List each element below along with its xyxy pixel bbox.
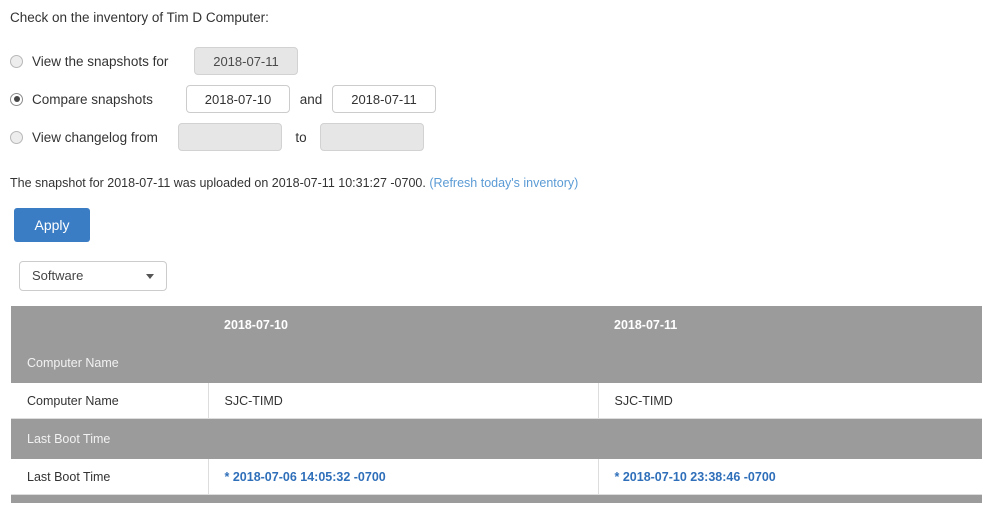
snapshot-status-text: The snapshot for 2018-07-11 was uploaded… <box>10 176 578 190</box>
table-group-row: Last Boot Time <box>11 419 982 460</box>
category-select[interactable]: Software <box>19 261 167 291</box>
radio-view-snapshots[interactable] <box>10 55 23 68</box>
page-title: Check on the inventory of Tim D Computer… <box>10 10 269 25</box>
changelog-date-from-input[interactable] <box>178 123 282 151</box>
inventory-compare-page: Check on the inventory of Tim D Computer… <box>0 0 994 509</box>
header-label-cell <box>11 306 208 343</box>
compare-date-to-input[interactable]: 2018-07-11 <box>332 85 436 113</box>
option-view-snapshots[interactable]: View the snapshots for 2018-07-11 <box>10 42 436 80</box>
view-snapshots-date-input[interactable]: 2018-07-11 <box>194 47 298 75</box>
group-label: Computer Name <box>11 343 982 383</box>
next-group-partial <box>11 495 982 504</box>
option-view-changelog[interactable]: View changelog from to <box>10 118 436 156</box>
header-date-left: 2018-07-10 <box>208 306 598 343</box>
snapshot-options: View the snapshots for 2018-07-11 Compar… <box>10 42 436 156</box>
changelog-date-to-input[interactable] <box>320 123 424 151</box>
chevron-down-icon <box>146 274 154 279</box>
row-label: Computer Name <box>11 383 208 419</box>
option-compare-snapshots[interactable]: Compare snapshots 2018-07-10 and 2018-07… <box>10 80 436 118</box>
table-row: Computer Name SJC-TIMD SJC-TIMD <box>11 383 982 419</box>
option-compare-snapshots-label: Compare snapshots <box>32 92 178 107</box>
changelog-conjunction-label: to <box>282 130 320 145</box>
table-group-row: Computer Name <box>11 343 982 383</box>
row-value-right: SJC-TIMD <box>598 383 982 419</box>
inventory-comparison-table: 2018-07-10 2018-07-11 Computer Name Comp… <box>11 306 982 503</box>
row-value-left: SJC-TIMD <box>208 383 598 419</box>
compare-conjunction-label: and <box>290 92 332 107</box>
snapshot-status-message: The snapshot for 2018-07-11 was uploaded… <box>10 176 426 190</box>
option-view-snapshots-label: View the snapshots for <box>32 54 186 69</box>
refresh-inventory-link[interactable]: (Refresh today's inventory) <box>429 176 578 190</box>
radio-compare-snapshots[interactable] <box>10 93 23 106</box>
row-label: Last Boot Time <box>11 459 208 495</box>
compare-date-from-input[interactable]: 2018-07-10 <box>186 85 290 113</box>
table-next-group-row <box>11 495 982 504</box>
row-value-left: * 2018-07-06 14:05:32 -0700 <box>208 459 598 495</box>
option-view-changelog-label: View changelog from <box>32 130 178 145</box>
group-label: Last Boot Time <box>11 419 982 460</box>
table-header-row: 2018-07-10 2018-07-11 <box>11 306 982 343</box>
apply-button[interactable]: Apply <box>14 208 90 242</box>
header-date-right: 2018-07-11 <box>598 306 982 343</box>
category-select-value: Software <box>32 262 83 290</box>
radio-view-changelog[interactable] <box>10 131 23 144</box>
row-value-right: * 2018-07-10 23:38:46 -0700 <box>598 459 982 495</box>
table-row: Last Boot Time * 2018-07-06 14:05:32 -07… <box>11 459 982 495</box>
